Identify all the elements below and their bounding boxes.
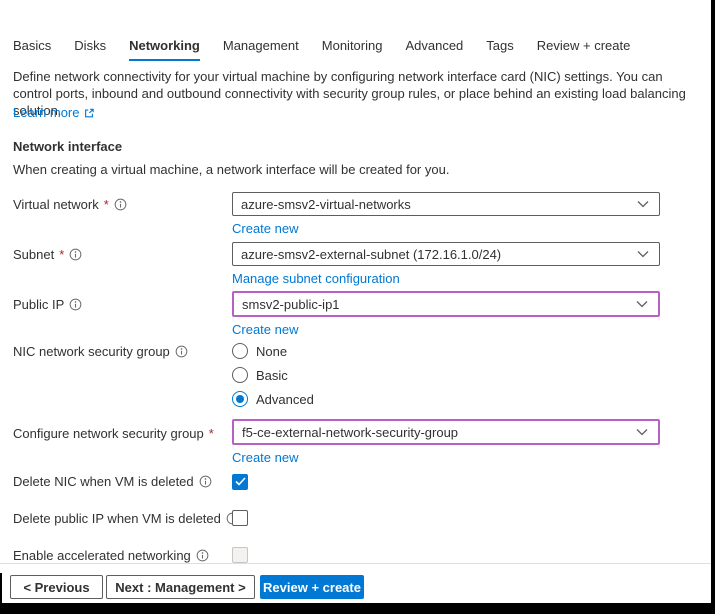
chevron-down-icon — [636, 300, 648, 308]
tab-management[interactable]: Management — [223, 38, 299, 61]
configure-nsg-select[interactable]: f5-ce-external-network-security-group — [232, 419, 660, 445]
virtual-network-create-new-link[interactable]: Create new — [232, 221, 298, 236]
learn-more-link[interactable]: Learn more — [13, 105, 95, 120]
field-label-text: Subnet — [13, 247, 54, 262]
nic-nsg-label: NIC network security group — [13, 344, 188, 359]
field-label-text: Configure network security group — [13, 426, 204, 441]
field-label-text: Public IP — [13, 297, 64, 312]
public-ip-label: Public IP — [13, 297, 82, 312]
configure-nsg-value: f5-ce-external-network-security-group — [242, 425, 458, 440]
radio-label: Advanced — [256, 392, 314, 407]
accelerated-networking-checkbox — [232, 547, 248, 563]
public-ip-create-new-link[interactable]: Create new — [232, 322, 298, 337]
footer-bar: < Previous Next : Management > Review + … — [0, 575, 711, 599]
vm-create-networking-page: Basics Disks Networking Management Monit… — [0, 0, 715, 614]
delete-public-ip-label: Delete public IP when VM is deleted — [13, 511, 239, 526]
tab-networking[interactable]: Networking — [129, 38, 200, 61]
info-icon[interactable] — [114, 198, 127, 211]
radio-unselected-icon — [232, 343, 248, 359]
footer-divider — [0, 563, 711, 564]
required-marker: * — [59, 247, 64, 262]
screenshot-frame-right — [711, 0, 715, 614]
nsg-option-advanced[interactable]: Advanced — [232, 391, 660, 407]
previous-button[interactable]: < Previous — [10, 575, 103, 599]
virtual-network-value: azure-smsv2-virtual-networks — [241, 197, 411, 212]
next-management-button[interactable]: Next : Management > — [106, 575, 255, 599]
subnet-value: azure-smsv2-external-subnet (172.16.1.0/… — [241, 247, 501, 262]
public-ip-value: smsv2-public-ip1 — [242, 297, 340, 312]
chevron-down-icon — [637, 200, 649, 208]
nsg-option-basic[interactable]: Basic — [232, 367, 660, 383]
tab-advanced[interactable]: Advanced — [405, 38, 463, 61]
subnet-select[interactable]: azure-smsv2-external-subnet (172.16.1.0/… — [232, 242, 660, 266]
field-label-text: Delete public IP when VM is deleted — [13, 511, 221, 526]
delete-public-ip-checkbox[interactable] — [232, 510, 248, 526]
nsg-option-none[interactable]: None — [232, 343, 660, 359]
radio-label: Basic — [256, 368, 288, 383]
radio-selected-icon — [232, 391, 248, 407]
info-icon[interactable] — [69, 298, 82, 311]
public-ip-select[interactable]: smsv2-public-ip1 — [232, 291, 660, 317]
review-create-button[interactable]: Review + create — [260, 575, 364, 599]
required-marker: * — [209, 426, 214, 441]
section-subheading: When creating a virtual machine, a netwo… — [13, 162, 449, 177]
section-heading: Network interface — [13, 139, 122, 154]
chevron-down-icon — [637, 250, 649, 258]
external-link-icon — [83, 107, 95, 119]
info-icon[interactable] — [175, 345, 188, 358]
info-icon[interactable] — [196, 549, 209, 562]
chevron-down-icon — [636, 428, 648, 436]
wizard-tabs: Basics Disks Networking Management Monit… — [13, 38, 630, 61]
delete-nic-label: Delete NIC when VM is deleted — [13, 474, 212, 489]
screenshot-frame-bottom — [0, 603, 715, 614]
field-label-text: NIC network security group — [13, 344, 170, 359]
info-icon[interactable] — [69, 248, 82, 261]
radio-unselected-icon — [232, 367, 248, 383]
learn-more-label: Learn more — [13, 105, 79, 120]
virtual-network-select[interactable]: azure-smsv2-virtual-networks — [232, 192, 660, 216]
manage-subnet-configuration-link[interactable]: Manage subnet configuration — [232, 271, 400, 286]
virtual-network-label: Virtual network * — [13, 197, 127, 212]
accelerated-networking-label: Enable accelerated networking — [13, 548, 209, 563]
tab-review-create[interactable]: Review + create — [537, 38, 631, 61]
field-label-text: Enable accelerated networking — [13, 548, 191, 563]
required-marker: * — [104, 197, 109, 212]
tab-monitoring[interactable]: Monitoring — [322, 38, 383, 61]
tab-tags[interactable]: Tags — [486, 38, 513, 61]
subnet-label: Subnet * — [13, 247, 82, 262]
field-label-text: Virtual network — [13, 197, 99, 212]
tab-disks[interactable]: Disks — [74, 38, 106, 61]
page-description: Define network connectivity for your vir… — [13, 68, 693, 119]
radio-label: None — [256, 344, 287, 359]
field-label-text: Delete NIC when VM is deleted — [13, 474, 194, 489]
info-icon[interactable] — [199, 475, 212, 488]
tab-basics[interactable]: Basics — [13, 38, 51, 61]
configure-nsg-label: Configure network security group * — [13, 426, 214, 441]
delete-nic-checkbox[interactable] — [232, 474, 248, 490]
checkmark-icon — [235, 477, 246, 486]
nsg-create-new-link[interactable]: Create new — [232, 450, 298, 465]
